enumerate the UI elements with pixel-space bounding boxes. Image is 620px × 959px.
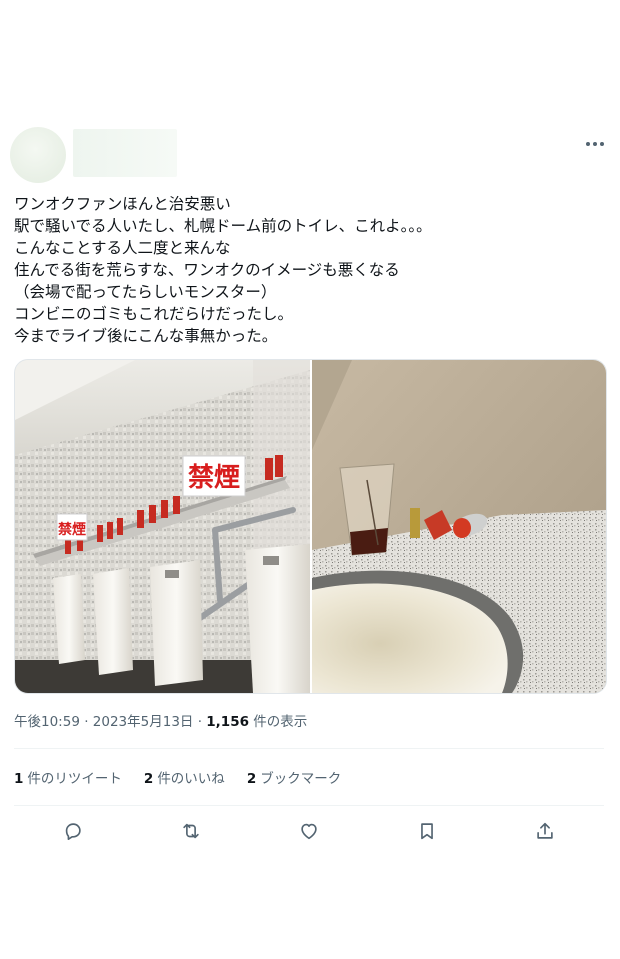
bookmarks-stat[interactable]: 2 ブックマーク xyxy=(247,767,341,787)
views-count: 1,156 xyxy=(206,714,249,730)
user-name-redacted[interactable] xyxy=(73,129,177,177)
bookmarks-count: 2 xyxy=(246,771,257,787)
retweets-count: 1 xyxy=(14,771,24,787)
sign-text-small: 禁煙 xyxy=(58,521,86,538)
meta-separator: · xyxy=(79,714,93,730)
likes-stat[interactable]: 2 件のいいね xyxy=(144,767,225,787)
meta-separator: · xyxy=(193,714,207,730)
tweet-line: 今までライブ後にこんな事無かった。 xyxy=(14,327,278,345)
tweet-text: ワンオクファンほんと治安悪い 駅で騒いでる人いたし、札幌ドーム前のトイレ、これよ… xyxy=(14,193,604,347)
tweet-meta: 午後10:59 · 2023年5月13日 · 1,156 件の表示 xyxy=(14,710,307,730)
action-bar xyxy=(14,816,604,846)
share-icon[interactable] xyxy=(532,818,558,844)
tweet-line: 住んでる街を荒らすな、ワンオクのイメージも悪くなる xyxy=(14,261,400,279)
views-label: 件の表示 xyxy=(248,714,308,730)
tweet-time[interactable]: 午後10:59 xyxy=(14,714,80,730)
tweet-date[interactable]: 2023年5月13日 xyxy=(93,714,194,730)
tweet-line: ワンオクファンほんと治安悪い xyxy=(14,195,231,213)
tweet-line: （会場で配ってたらしいモンスター） xyxy=(14,283,277,301)
no-smoking-sign: 禁煙 xyxy=(182,455,246,497)
like-icon[interactable] xyxy=(296,818,322,844)
tweet-line: 駅で騒いでる人いたし、札幌ドーム前のトイレ、これよ。。。 xyxy=(14,217,432,235)
reply-icon[interactable] xyxy=(60,818,86,844)
bookmarks-label: ブックマーク xyxy=(260,771,342,787)
likes-count: 2 xyxy=(143,771,154,787)
retweet-icon[interactable] xyxy=(178,818,204,844)
likes-label: 件のいいね xyxy=(157,771,225,787)
avatar[interactable] xyxy=(10,127,66,183)
divider xyxy=(14,748,604,749)
tweet-line: コンビニのゴミもこれだらけだったし。 xyxy=(14,305,294,323)
tweet-line: こんなことする人二度と来んな xyxy=(14,239,231,257)
more-icon[interactable] xyxy=(583,136,607,152)
photo-sink-trash[interactable] xyxy=(312,360,606,693)
tweet-media[interactable]: 禁煙 禁煙 xyxy=(14,359,607,694)
retweets-stat[interactable]: 1 件のリツイート xyxy=(14,767,122,787)
divider xyxy=(14,805,604,806)
photo-restroom-urinals[interactable]: 禁煙 禁煙 xyxy=(15,360,310,693)
retweets-label: 件のリツイート xyxy=(27,771,122,787)
tweet-stats: 1 件のリツイート 2 件のいいね 2 ブックマーク xyxy=(14,767,341,787)
sign-text: 禁煙 xyxy=(188,463,240,493)
bookmark-icon[interactable] xyxy=(414,818,440,844)
